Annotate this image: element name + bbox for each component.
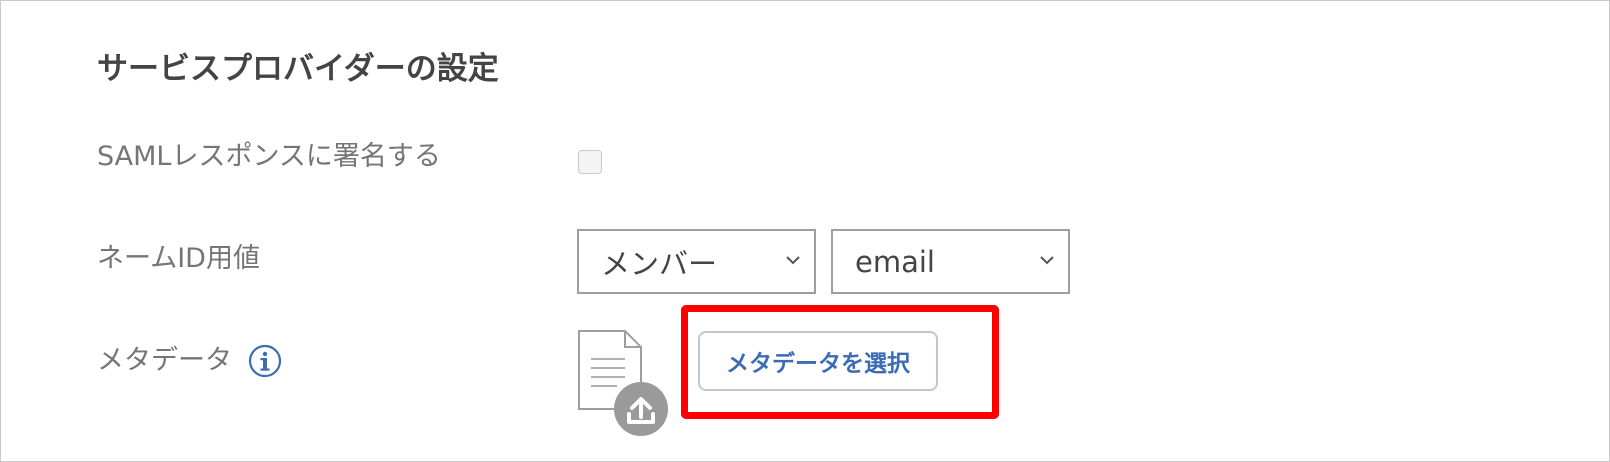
section-title: サービスプロバイダーの設定 <box>97 51 499 87</box>
name-id-source-select[interactable]: メンバー <box>577 229 816 294</box>
select-metadata-button[interactable]: メタデータを選択 <box>698 331 938 391</box>
chevron-down-icon <box>786 255 800 264</box>
name-id-source-value: メンバー <box>601 246 718 281</box>
name-id-attribute-value: email <box>855 244 935 279</box>
name-id-attribute-select[interactable]: email <box>831 229 1070 294</box>
chevron-down-icon <box>1040 255 1054 264</box>
saml-sign-label: SAMLレスポンスに署名する <box>97 141 441 172</box>
info-circle-icon[interactable] <box>248 344 282 378</box>
metadata-label: メタデータ <box>97 345 232 376</box>
service-provider-settings-panel: サービスプロバイダーの設定 SAMLレスポンスに署名する ネームID用値 メンバ… <box>0 0 1610 462</box>
saml-sign-checkbox[interactable] <box>578 150 602 174</box>
name-id-label: ネームID用値 <box>97 243 260 274</box>
document-upload-icon <box>578 330 668 436</box>
metadata-label-row: メタデータ <box>97 341 282 381</box>
